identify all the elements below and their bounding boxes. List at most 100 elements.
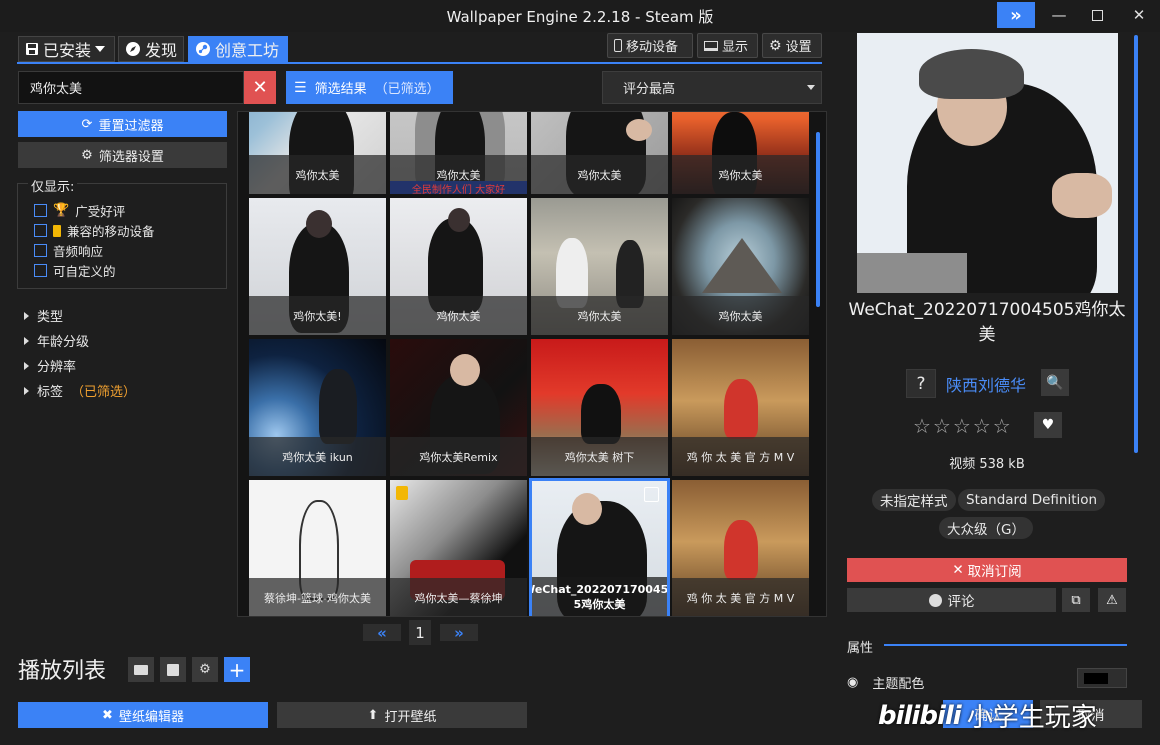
check-customizable[interactable]: 可自定义的 <box>34 261 116 280</box>
display-button[interactable]: 显示 <box>697 33 758 58</box>
reset-filter-button[interactable]: ⟳ 重置过滤器 <box>18 111 227 137</box>
open-wallpaper-button[interactable]: ⬆ 打开壁纸 <box>277 702 527 728</box>
report-button[interactable]: ⚠ <box>1098 588 1126 612</box>
theme-color-row: ◉ 主题配色 <box>847 673 924 692</box>
details-scrollbar[interactable] <box>1134 35 1138 453</box>
playlist-open-button[interactable] <box>128 657 154 682</box>
filter-settings-button[interactable]: ⚙ 筛选器设置 <box>18 142 227 168</box>
checkbox[interactable] <box>34 224 47 237</box>
warning-icon: ⚠ <box>1106 592 1118 608</box>
checkbox[interactable] <box>34 264 47 277</box>
wallpaper-tile[interactable]: 鸡你太美! <box>249 198 386 335</box>
tile-caption: 鸡你太美 <box>531 155 668 194</box>
wallpaper-tile[interactable]: 鸡你太美 <box>249 112 386 194</box>
wallpaper-editor-label: 壁纸编辑器 <box>118 709 184 725</box>
wallpaper-tile[interactable]: 鸡你太美 <box>531 198 668 335</box>
mobile-devices-button[interactable]: 移动设备 <box>607 33 693 58</box>
tree-label: 年龄分级 <box>37 335 90 350</box>
double-chevron-left-icon: « <box>377 623 387 642</box>
theme-color-picker[interactable] <box>1077 668 1127 688</box>
close-button[interactable]: ✕ <box>1120 2 1158 28</box>
next-page-button[interactable]: » <box>440 623 478 642</box>
expand-panel-button[interactable]: » <box>997 2 1035 28</box>
comment-button[interactable]: 评论 <box>847 588 1056 612</box>
wallpaper-tile[interactable]: 鸡你太美 全民制作人们 大家好 <box>390 112 527 194</box>
checkbox[interactable] <box>34 244 47 257</box>
wallpaper-tile[interactable]: 鸡你太美 树下 <box>531 339 668 476</box>
playlist-add-button[interactable]: + <box>224 657 250 682</box>
author-search-button[interactable]: 🔍 <box>1041 369 1069 396</box>
properties-divider <box>884 644 1127 646</box>
rating-stars[interactable]: ☆☆☆☆☆ <box>913 414 1013 438</box>
author-avatar[interactable]: ? <box>906 369 936 398</box>
caret-right-icon <box>24 336 29 345</box>
sort-select[interactable]: 评分最高 <box>602 71 822 104</box>
tile-caption: 鸡你太美 <box>672 296 809 335</box>
favorite-button[interactable]: ♥ <box>1034 412 1062 438</box>
double-chevron-right-icon: » <box>454 623 464 642</box>
unsubscribe-label: 取消订阅 <box>967 564 1022 580</box>
tag-style[interactable]: 未指定样式 <box>872 489 956 511</box>
wallpaper-tile[interactable]: 鸡 你 太 美 官 方 M V <box>672 480 809 616</box>
check-label: 音频响应 <box>53 244 104 259</box>
maximize-button[interactable] <box>1078 2 1116 28</box>
title-bar: Wallpaper Engine 2.2.18 - Steam 版 » — ✕ <box>0 0 1160 32</box>
display-label: 显示 <box>722 40 749 55</box>
tree-label: 类型 <box>37 310 64 325</box>
copy-button[interactable]: ⧉ <box>1062 588 1090 612</box>
phone-badge-icon <box>53 224 61 237</box>
author-link[interactable]: 陕西刘德华 <box>946 372 1026 396</box>
tile-caption: 鸡 你 太 美 官 方 M V <box>672 578 809 616</box>
tab-discover[interactable]: 发现 <box>118 36 184 62</box>
wallpaper-editor-button[interactable]: ✖ 壁纸编辑器 <box>18 702 268 728</box>
wallpaper-tile[interactable]: 鸡你太美—蔡徐坤 <box>390 480 527 616</box>
prev-page-button[interactable]: « <box>363 623 401 642</box>
wallpaper-tile[interactable]: 鸡你太美 ikun <box>249 339 386 476</box>
caret-right-icon <box>24 311 29 320</box>
checkbox[interactable] <box>34 204 47 217</box>
tile-caption: 鸡你太美 <box>249 155 386 194</box>
compass-icon <box>126 42 140 56</box>
check-audio-responsive[interactable]: 音频响应 <box>34 241 103 260</box>
cancel-button[interactable]: 取消 <box>1040 700 1142 728</box>
check-mobile-compatible[interactable]: 兼容的移动设备 <box>34 221 155 240</box>
wallpaper-tile[interactable]: 鸡你太美 <box>531 112 668 194</box>
settings-button[interactable]: ⚙ 设置 <box>762 33 822 58</box>
playlist-save-button[interactable] <box>160 657 186 682</box>
double-chevron-right-icon: » <box>1010 4 1022 26</box>
tag-definition[interactable]: Standard Definition <box>958 489 1106 511</box>
monitor-icon <box>704 40 718 51</box>
tree-age-rating[interactable]: 年龄分级 <box>24 331 89 350</box>
save-icon <box>26 43 38 55</box>
page-number[interactable]: 1 <box>409 620 431 645</box>
playlist-settings-button[interactable]: ⚙ <box>192 657 218 682</box>
clear-search-button[interactable]: ✕ <box>244 71 276 104</box>
tile-caption: WeChat_2022071700450 5鸡你太美 <box>532 577 667 616</box>
wallpaper-tile[interactable]: 鸡你太美Remix <box>390 339 527 476</box>
wallpaper-tile[interactable]: 鸡 你 太 美 官 方 M V <box>672 339 809 476</box>
minimize-button[interactable]: — <box>1040 2 1078 28</box>
tree-type[interactable]: 类型 <box>24 306 63 325</box>
unsubscribe-button[interactable]: ✕ 取消订阅 <box>847 558 1127 582</box>
check-highly-rated[interactable]: 🏆 广受好评 <box>34 201 125 220</box>
ok-button[interactable]: 确认 <box>943 700 1033 728</box>
wallpaper-tile[interactable]: 鸡你太美 <box>390 198 527 335</box>
wallpaper-tile[interactable]: 鸡你太美 <box>672 112 809 194</box>
chevron-down-icon <box>95 46 106 52</box>
tree-tags[interactable]: 标签 （已筛选） <box>24 381 136 400</box>
tab-workshop[interactable]: 创意工坊 <box>188 36 288 62</box>
tag-age-rating[interactable]: 大众级（G） <box>939 517 1033 539</box>
filter-settings-label: 筛选器设置 <box>98 149 164 165</box>
wallpaper-tile[interactable]: 蔡徐坤-篮球-鸡你太美 <box>249 480 386 616</box>
palette-icon: ◉ <box>847 675 859 690</box>
filter-results-state: （已筛选） <box>374 82 440 97</box>
grid-scrollbar[interactable] <box>816 132 820 307</box>
wallpaper-tile[interactable]: 鸡你太美 <box>672 198 809 335</box>
wallpaper-tile-selected[interactable]: WeChat_2022071700450 5鸡你太美 <box>529 478 670 616</box>
tab-installed[interactable]: 已安装 <box>18 36 115 62</box>
filter-results-label: 筛选结果 <box>314 82 367 97</box>
select-checkbox[interactable] <box>644 487 659 502</box>
tree-resolution[interactable]: 分辨率 <box>24 356 76 375</box>
search-input[interactable] <box>18 71 244 104</box>
filter-results-button[interactable]: ☰ 筛选结果 （已筛选） <box>286 71 453 104</box>
